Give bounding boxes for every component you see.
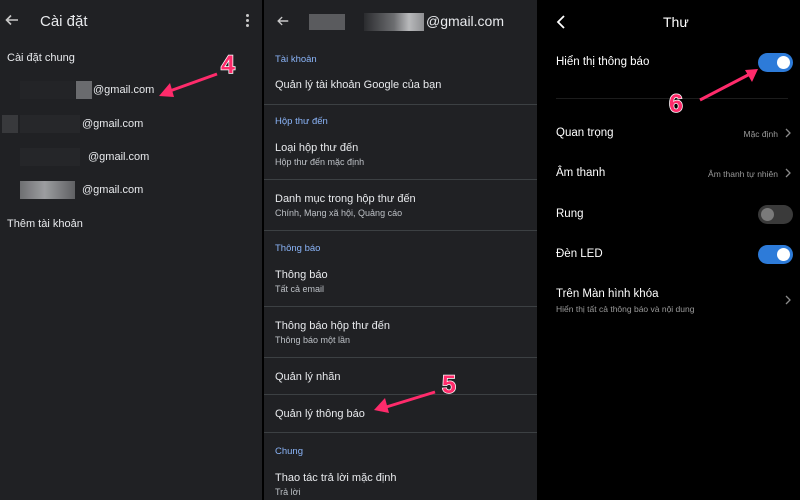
account-email: @gmail.com (88, 151, 150, 163)
led-label: Đèn LED (556, 248, 603, 260)
section-general: Chung (275, 446, 303, 457)
blurred-username (309, 14, 345, 30)
account-email: @gmail.com (93, 84, 155, 96)
add-account-button[interactable]: Thêm tài khoản (7, 218, 83, 230)
annotation-number-6: 6 (668, 89, 683, 119)
page-title: Cài đặt (40, 13, 88, 30)
blurred-username (20, 181, 75, 199)
account-item[interactable]: @gmail.com (0, 115, 262, 135)
vibrate-toggle[interactable] (758, 205, 793, 224)
divider (264, 104, 537, 105)
annotation-number-5: 5 (441, 370, 456, 400)
settings-panel: Cài đặt Cài đặt chung @gmail.com @gmail.… (0, 0, 262, 500)
page-title: Thư (663, 14, 689, 30)
section-account: Tài khoản (275, 54, 317, 65)
back-arrow-icon[interactable] (4, 12, 20, 28)
annotation-number-4: 4 (220, 50, 235, 80)
toggle-knob (777, 56, 790, 69)
notifications-item[interactable]: Thông báo (275, 269, 328, 281)
manage-google-account-item[interactable]: Quản lý tài khoản Google của bạn (275, 79, 441, 91)
show-notifications-label: Hiển thị thông báo (556, 56, 650, 68)
back-arrow-icon[interactable] (276, 14, 290, 28)
divider (264, 230, 537, 231)
back-chevron-icon[interactable] (555, 15, 567, 29)
general-settings-item[interactable]: Cài đặt chung (7, 52, 75, 64)
blurred-username (364, 13, 424, 31)
vibrate-label: Rung (556, 208, 584, 220)
inbox-categories-item[interactable]: Danh mục trong hộp thư đến (275, 193, 416, 205)
annotation-arrow-4 (159, 72, 218, 97)
chevron-right-icon (785, 168, 791, 178)
account-email: @gmail.com (82, 184, 144, 196)
inbox-notifications-item[interactable]: Thông báo hộp thư đến (275, 320, 390, 332)
inbox-type-value: Hộp thư đến mặc định (275, 157, 365, 167)
toggle-knob (761, 208, 774, 221)
notifications-value: Tất cả email (275, 284, 325, 294)
account-item[interactable]: @gmail.com (0, 181, 262, 201)
more-options-icon[interactable] (244, 14, 250, 30)
toggle-knob (777, 248, 790, 261)
lock-screen-value: Hiển thị tất cả thông báo và nội dung (556, 304, 695, 314)
annotation-arrow-5 (374, 390, 436, 413)
blurred-username (20, 115, 80, 133)
inbox-type-item[interactable]: Loại hộp thư đến (275, 142, 358, 154)
mail-notification-panel: Thư Hiển thị thông báo Quan trọng Mặc đị… (539, 0, 800, 500)
manage-notifications-item[interactable]: Quản lý thông báo (275, 408, 365, 420)
default-reply-item[interactable]: Thao tác trả lời mặc định (275, 472, 397, 484)
account-item[interactable]: @gmail.com (0, 148, 262, 168)
led-toggle[interactable] (758, 245, 793, 264)
inbox-notifications-value: Thông báo một lần (275, 335, 351, 345)
blurred-username (20, 81, 75, 99)
divider (264, 357, 537, 358)
default-reply-value: Trả lời (275, 487, 301, 497)
importance-value: Mặc định (743, 129, 779, 139)
sound-label[interactable]: Âm thanh (556, 167, 605, 179)
inbox-categories-value: Chính, Mạng xã hội, Quảng cáo (275, 208, 403, 218)
lock-screen-label[interactable]: Trên Màn hình khóa (556, 288, 659, 300)
sound-value: Âm thanh tự nhiên (708, 169, 778, 179)
account-email: @gmail.com (82, 118, 144, 130)
chevron-right-icon (785, 128, 791, 138)
blurred-username (2, 115, 18, 133)
annotation-arrow-6 (699, 69, 758, 102)
blurred-username (76, 81, 92, 99)
blurred-username (20, 148, 80, 166)
importance-label[interactable]: Quan trọng (556, 127, 614, 139)
chevron-right-icon (785, 295, 791, 305)
manage-labels-item[interactable]: Quản lý nhãn (275, 371, 340, 383)
section-inbox: Hộp thư đến (275, 116, 328, 127)
divider (264, 306, 537, 307)
header-email: @gmail.com (426, 13, 505, 29)
account-settings-panel: @gmail.com Tài khoản Quản lý tài khoản G… (264, 0, 537, 500)
section-notifications: Thông báo (275, 243, 321, 254)
divider (264, 432, 537, 433)
divider (264, 179, 537, 180)
